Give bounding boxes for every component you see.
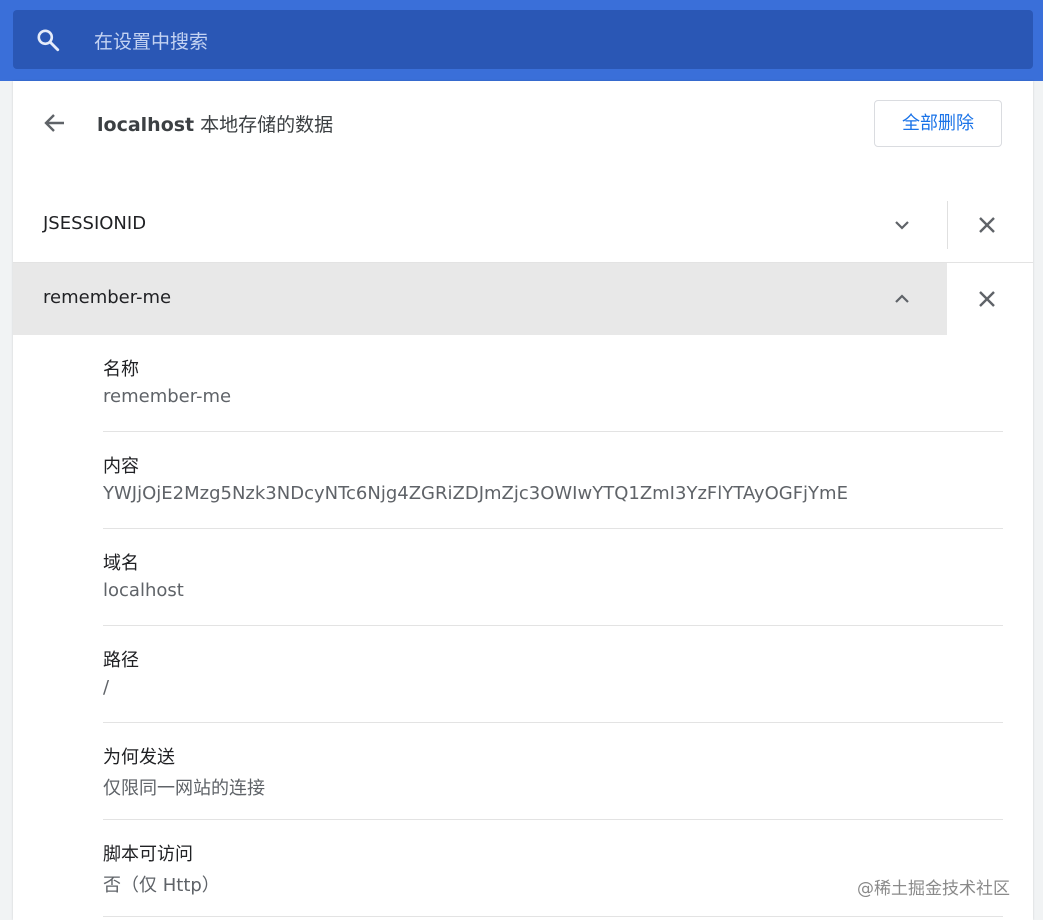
top-bar: 在设置中搜索 (0, 0, 1043, 81)
detail-name: 名称 remember-me (103, 335, 1003, 432)
cookie-row-jsessionid: JSESSIONID (13, 189, 1033, 261)
chevron-down-icon[interactable] (890, 213, 914, 237)
close-icon[interactable] (975, 287, 999, 311)
detail-value: 否（仅 Http） (103, 875, 220, 896)
cookie-name: JSESSIONID (43, 213, 147, 234)
watermark: @稀土掘金技术社区 (857, 879, 1010, 899)
page-title-suffix: 本地存储的数据 (194, 114, 334, 136)
detail-path: 路径 / (103, 626, 1003, 723)
detail-label: 域名 (103, 553, 139, 574)
detail-value: YWJjOjE2Mzg5Nzk3NDcyNTc6Njg4ZGRiZDJmZjc3… (103, 483, 848, 504)
detail-value: / (103, 677, 110, 698)
cookie-row-toggle[interactable]: remember-me (13, 263, 947, 335)
detail-value: localhost (103, 580, 184, 601)
close-icon[interactable] (975, 213, 999, 237)
remove-all-button[interactable]: 全部删除 (874, 100, 1002, 147)
detail-label: 为何发送 (103, 747, 175, 768)
detail-value: 仅限同一网站的连接 (103, 778, 265, 799)
chevron-up-icon[interactable] (890, 287, 914, 311)
detail-content: 内容 YWJjOjE2Mzg5Nzk3NDcyNTc6Njg4ZGRiZDJmZ… (103, 432, 1003, 529)
detail-label: 脚本可访问 (103, 844, 193, 865)
page-title: localhost 本地存储的数据 (97, 110, 333, 137)
detail-value: remember-me (103, 386, 232, 407)
cookie-name: remember-me (43, 287, 172, 308)
detail-send-for: 为何发送 仅限同一网站的连接 (103, 723, 1003, 820)
search-input[interactable]: 在设置中搜索 (94, 27, 208, 54)
divider (103, 916, 1003, 917)
search-icon[interactable] (35, 27, 61, 53)
detail-script-access: 脚本可访问 否（仅 Http） (103, 820, 1003, 917)
arrow-left-icon[interactable] (39, 107, 71, 139)
page-title-host: localhost (97, 114, 195, 136)
cookie-row-remember-me: remember-me (13, 262, 1033, 335)
detail-label: 名称 (103, 359, 139, 380)
settings-search-box[interactable]: 在设置中搜索 (13, 10, 1033, 69)
detail-label: 路径 (103, 650, 139, 671)
site-data-card: localhost 本地存储的数据 全部删除 JSESSIONID rememb… (13, 81, 1033, 920)
cookie-row-toggle[interactable]: JSESSIONID (13, 189, 947, 261)
detail-label: 内容 (103, 456, 139, 477)
row-divider (947, 201, 948, 249)
detail-domain: 域名 localhost (103, 529, 1003, 626)
